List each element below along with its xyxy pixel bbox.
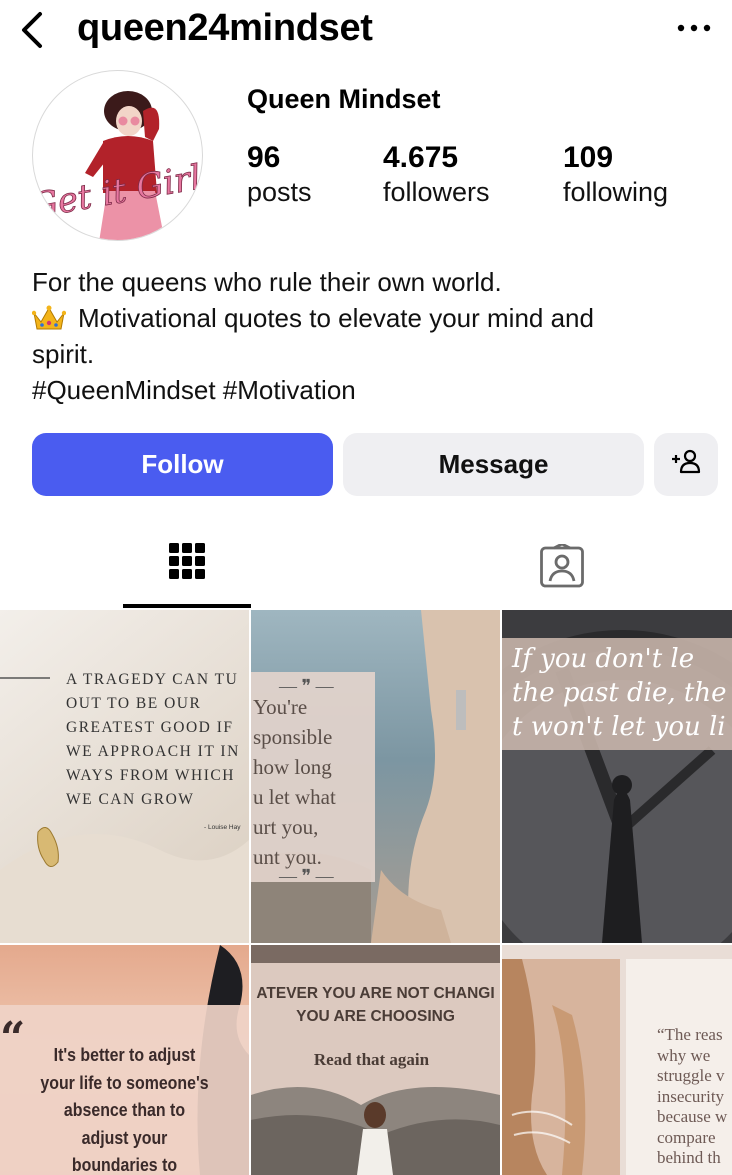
following-stat[interactable]: 109 following	[563, 140, 668, 208]
post-text-line: your life to someone's	[40, 1071, 209, 1093]
post-subline: Read that again	[313, 1050, 430, 1069]
bio-line: spirit.	[32, 339, 95, 369]
bio-line: For the queens who rule their own world.	[32, 267, 502, 297]
post-tile[interactable]: “ It's better to adjust your life to som…	[0, 945, 249, 1175]
add-person-icon	[670, 447, 702, 482]
post-text-line: u let what	[253, 785, 336, 809]
post-text-line: insecurity	[657, 1086, 725, 1106]
post-tile[interactable]: “The reas why we struggle v insecurity b…	[502, 945, 732, 1175]
post-text-line: “The reas	[657, 1025, 723, 1044]
suggested-users-button[interactable]	[654, 433, 718, 496]
quote-mark-icon: — ❞ —	[279, 866, 334, 886]
post-text-line: It's better to adjust	[53, 1044, 196, 1065]
followers-stat[interactable]: 4.675 followers	[383, 140, 490, 208]
post-tile[interactable]: — ❞ — You're sponsible how long u let wh…	[251, 610, 500, 943]
grid-icon	[169, 543, 206, 592]
post-tile[interactable]: A TRAGEDY CAN TU OUT TO BE OUR GREATEST …	[0, 610, 249, 943]
bio-hashtags[interactable]: #QueenMindset #Motivation	[32, 372, 712, 408]
posts-stat[interactable]: 96 posts	[247, 140, 312, 208]
message-button[interactable]: Message	[343, 433, 644, 496]
post-tile[interactable]: ATEVER YOU ARE NOT CHANGI YOU ARE CHOOSI…	[251, 945, 500, 1175]
post-text-line: sponsible	[253, 725, 333, 749]
post-text-line: how long	[253, 755, 332, 779]
crown-emoji-icon	[31, 304, 67, 330]
posts-label: posts	[247, 177, 312, 207]
post-text-line: WE CAN GROW	[66, 791, 195, 808]
tagged-person-icon	[540, 542, 584, 593]
followers-count: 4.675	[383, 141, 459, 174]
tab-posts-grid[interactable]	[123, 530, 251, 606]
profile-username: queen24mindset	[77, 7, 373, 49]
bio-line-text: Motivational quotes to elevate your mind…	[78, 303, 594, 333]
post-text-line: boundaries to	[71, 1154, 178, 1175]
post-text-line: If you don't le	[512, 644, 695, 674]
active-tab-indicator	[123, 604, 251, 608]
post-tile[interactable]: If you don't le the past die, the t won'…	[502, 610, 732, 943]
post-text-line: behind th	[657, 1148, 721, 1167]
follow-button[interactable]: Follow	[32, 433, 333, 496]
post-text-line: because w	[657, 1107, 728, 1126]
bio: For the queens who rule their own world.…	[31, 264, 712, 408]
tab-tagged[interactable]	[497, 530, 625, 606]
avatar[interactable]: Get it Girl	[32, 70, 203, 241]
following-count: 109	[563, 141, 614, 174]
display-name: Queen Mindset	[247, 84, 441, 114]
post-text-line: t won't let you li	[512, 712, 726, 742]
post-text-line: You're	[253, 695, 308, 719]
posts-count: 96	[247, 141, 281, 174]
post-text-line: A TRAGEDY CAN TU	[66, 671, 239, 688]
post-text-line: compare	[657, 1127, 716, 1147]
post-text-line: why we	[657, 1045, 711, 1065]
post-text-line: YOU ARE CHOOSING	[296, 1008, 455, 1025]
following-label: following	[563, 177, 669, 207]
post-text-line: absence than to	[63, 1099, 186, 1120]
post-text-line: ATEVER YOU ARE NOT CHANGI	[256, 985, 495, 1002]
post-quote-author: - Louise Hay	[204, 824, 241, 831]
post-text-line: GREATEST GOOD IF	[66, 719, 234, 736]
back-icon[interactable]	[14, 6, 50, 50]
followers-label: followers	[383, 177, 490, 207]
bio-line: Motivational quotes to elevate your mind…	[31, 300, 712, 336]
post-text-line: adjust your	[81, 1126, 168, 1148]
post-text-line: urt you,	[253, 815, 319, 839]
post-text-line: the past die, the	[512, 678, 727, 708]
post-text-line: struggle v	[657, 1066, 725, 1085]
post-text-line: OUT TO BE OUR	[66, 695, 202, 712]
post-text-line: WE APPROACH IT IN	[66, 743, 240, 760]
post-text-line: WAYS FROM WHICH	[66, 767, 235, 784]
more-options-icon[interactable]	[676, 18, 712, 38]
